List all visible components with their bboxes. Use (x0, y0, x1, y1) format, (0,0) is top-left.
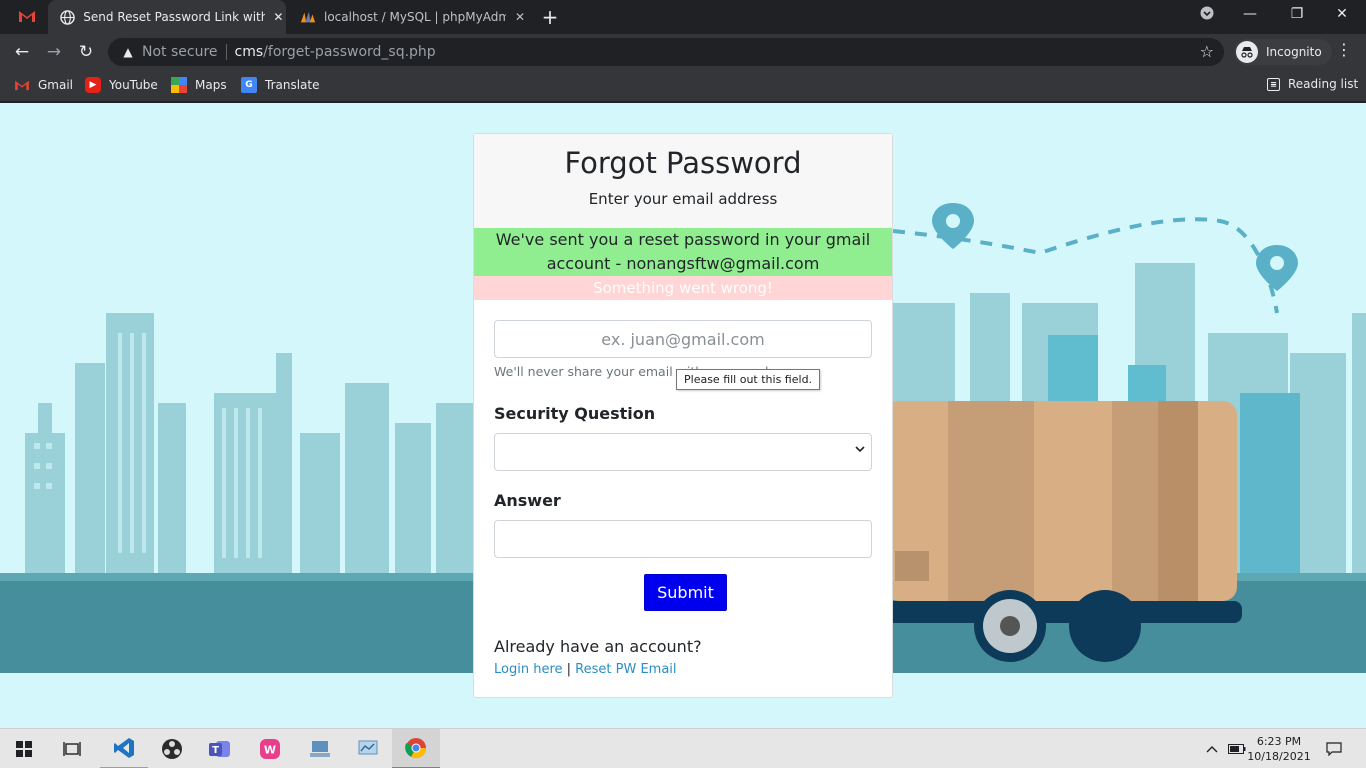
page-viewport: Forgot Password Enter your email address… (0, 103, 1366, 728)
bookmark-label: Translate (265, 78, 320, 92)
browser-toolbar: ← → ↻ ▲ Not secure cms /forget-password_… (0, 34, 1366, 70)
maps-icon (171, 77, 187, 93)
teams-icon[interactable]: T (196, 729, 244, 768)
forward-button[interactable]: → (42, 40, 66, 64)
url-path: /forget-password_sq.php (263, 44, 436, 60)
bookmark-gmail[interactable]: Gmail (14, 77, 73, 93)
answer-input[interactable] (494, 520, 872, 558)
network-tool-icon[interactable] (296, 729, 344, 768)
task-view-icon[interactable] (48, 729, 96, 768)
bookmark-label: Gmail (38, 78, 74, 92)
reading-list-icon: ≡ (1267, 77, 1280, 91)
vscode-icon[interactable] (100, 729, 148, 768)
submit-row: Submit (494, 574, 872, 611)
menu-kebab-icon[interactable]: ⋮ (1336, 40, 1352, 59)
incognito-icon (1236, 41, 1258, 63)
clock-time: 6:23 PM (1256, 735, 1302, 748)
submit-button[interactable]: Submit (644, 574, 727, 611)
notification-icon[interactable] (1322, 729, 1346, 768)
reset-pw-email-link[interactable]: Reset PW Email (575, 662, 676, 677)
warning-icon[interactable]: ▲ (120, 45, 136, 59)
tab-phpmyadmin[interactable]: localhost / MySQL | phpMyAdmin ✕ (288, 0, 528, 34)
wamp-icon[interactable]: W (246, 729, 294, 768)
chrome-taskbar-icon[interactable] (392, 729, 440, 768)
clock-date: 10/18/2021 (1247, 750, 1311, 763)
bookmark-maps[interactable]: Maps (171, 77, 227, 93)
page-title: Forgot Password (564, 146, 802, 180)
svg-text:W: W (264, 744, 276, 757)
tab-search-icon[interactable] (1195, 6, 1219, 24)
close-icon[interactable]: ✕ (271, 10, 286, 24)
security-question-label: Security Question (494, 404, 656, 423)
security-label: Not secure (142, 44, 218, 60)
obs-icon[interactable] (148, 729, 196, 768)
card-header: Forgot Password Enter your email address (474, 134, 892, 228)
phpmyadmin-icon (300, 9, 316, 25)
gmail-tab-icon[interactable] (18, 8, 36, 27)
new-tab-button[interactable]: + (538, 5, 562, 29)
email-input[interactable] (494, 320, 872, 358)
svg-text:T: T (212, 745, 219, 756)
globe-icon (60, 9, 75, 25)
tab-reset-password[interactable]: Send Reset Password Link with Ex ✕ (48, 0, 286, 34)
account-prompt: Already have an account? (494, 637, 702, 656)
gmail-icon (14, 77, 30, 93)
error-alert: Something went wrong! (474, 276, 892, 300)
bookmark-label: YouTube (109, 78, 158, 92)
tab-title: localhost / MySQL | phpMyAdmin (324, 10, 506, 24)
back-button[interactable]: ← (10, 40, 34, 64)
reading-list-label: Reading list (1288, 77, 1359, 91)
divider (225, 44, 227, 60)
answer-label: Answer (494, 491, 561, 510)
system-clock[interactable]: 6:23 PM 10/18/2021 (1244, 734, 1314, 764)
login-link[interactable]: Login here (494, 662, 563, 677)
page-subtitle: Enter your email address (588, 190, 778, 208)
windows-start-icon[interactable] (0, 729, 48, 768)
windows-taskbar: T W 6:23 PM 10/18/2021 (0, 728, 1366, 768)
restore-button[interactable]: ❐ (1285, 6, 1309, 22)
reading-list-button[interactable]: ≡ Reading list (1267, 77, 1358, 91)
address-bar[interactable]: ▲ Not secure cms /forget-password_sq.php… (108, 38, 1224, 66)
tab-title: Send Reset Password Link with Ex (83, 10, 265, 24)
monitor-tool-icon[interactable] (344, 729, 392, 768)
forgot-password-card: Forgot Password Enter your email address… (473, 133, 893, 698)
reload-button[interactable]: ↻ (74, 40, 98, 64)
tab-strip: Send Reset Password Link with Ex ✕ local… (0, 0, 1366, 34)
window-close-button[interactable]: ✕ (1330, 6, 1354, 22)
bookmark-label: Maps (195, 78, 227, 92)
bookmark-translate[interactable]: G Translate (241, 77, 320, 93)
link-separator: | (566, 662, 572, 677)
profile-label: Incognito (1266, 45, 1322, 59)
security-question-select[interactable] (494, 433, 872, 471)
validation-tooltip: Please fill out this field. (676, 369, 821, 390)
chevron-up-icon[interactable] (1203, 729, 1221, 768)
youtube-icon: ▶ (85, 77, 101, 93)
bookmark-youtube[interactable]: ▶ YouTube (85, 77, 158, 93)
translate-icon: G (241, 77, 257, 93)
success-alert: We've sent you a reset password in your … (474, 228, 892, 276)
close-icon[interactable]: ✕ (512, 10, 528, 24)
bookmark-star-icon[interactable]: ☆ (1200, 42, 1214, 61)
form-body: We'll never share your email with anyone… (474, 300, 892, 677)
minimize-button[interactable]: — (1238, 6, 1262, 22)
account-links: Login here | Reset PW Email (494, 662, 872, 677)
bookmarks-bar: Gmail ▶ YouTube Maps G Translate ≡ Readi… (0, 70, 1366, 102)
url-host: cms (234, 44, 264, 60)
incognito-profile-button[interactable]: Incognito (1234, 39, 1332, 65)
chevron-down-icon (855, 443, 865, 456)
